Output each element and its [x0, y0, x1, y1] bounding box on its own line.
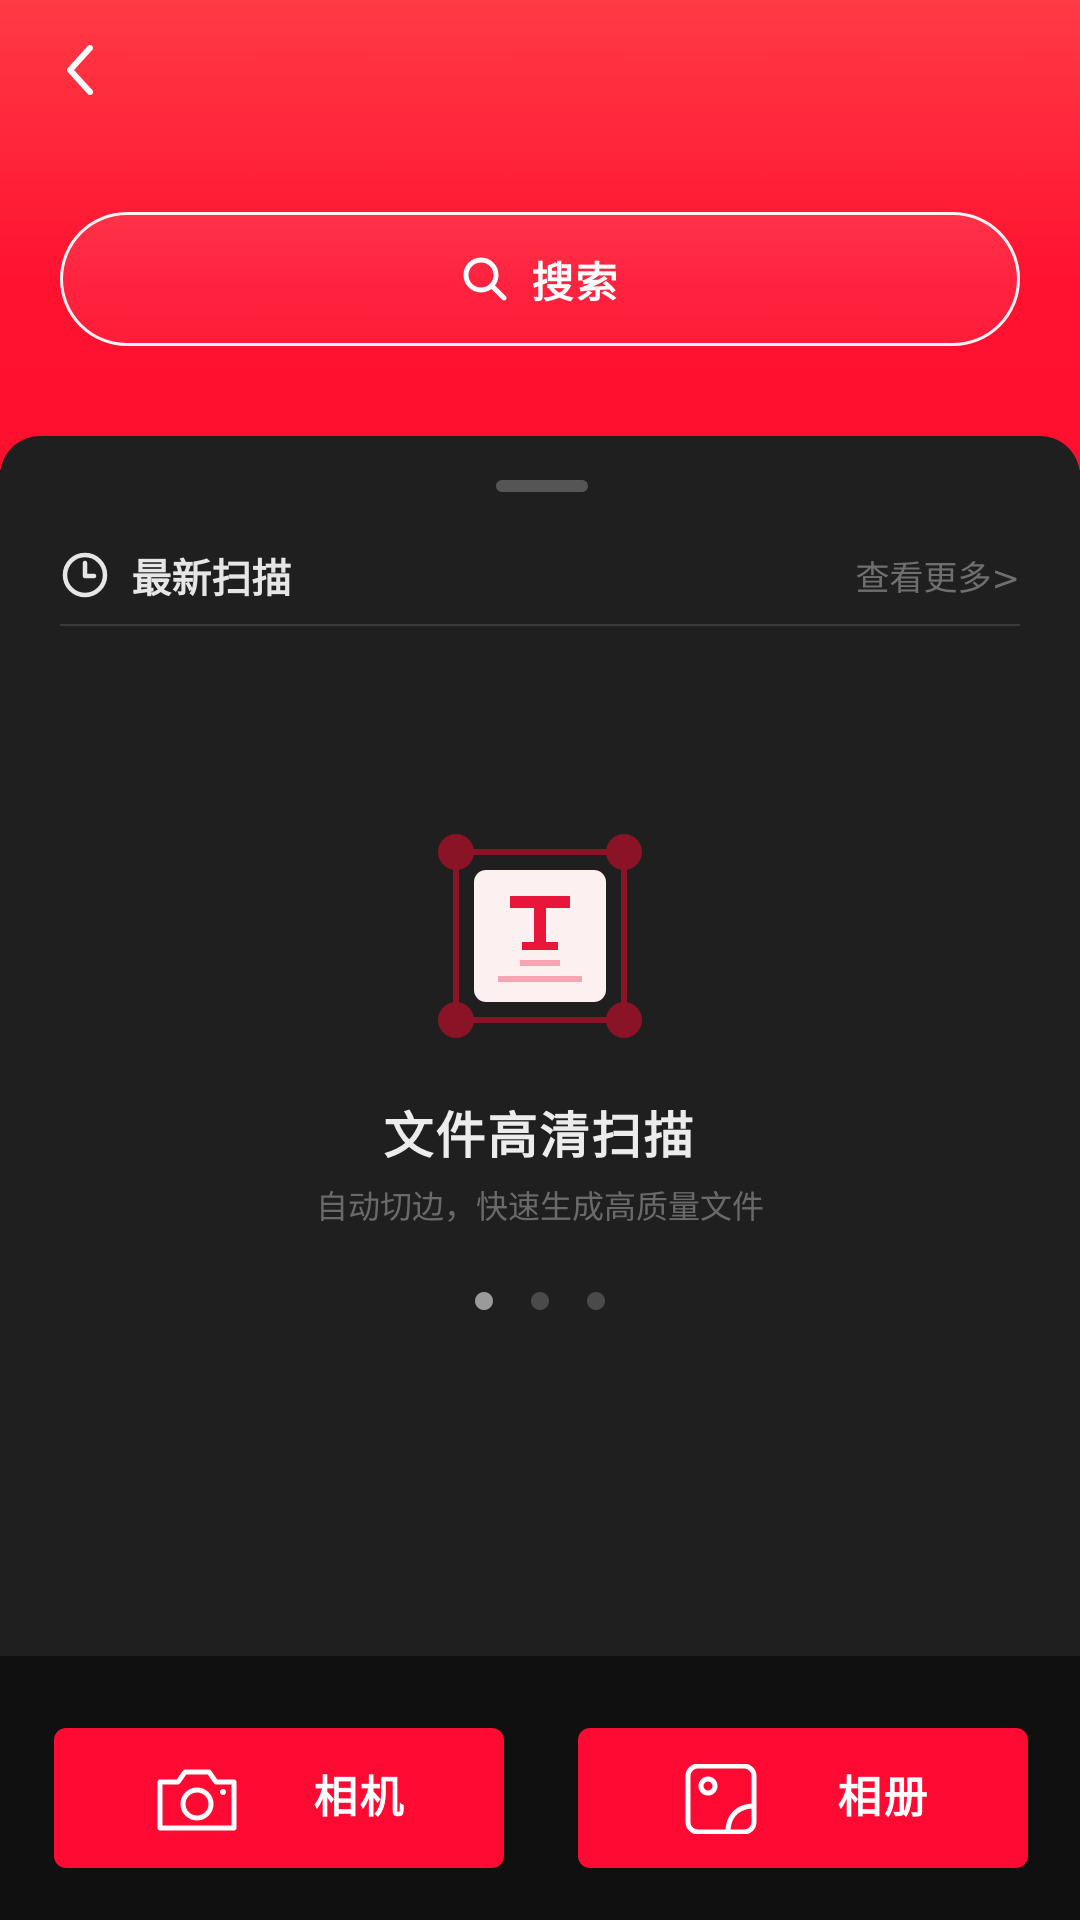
clock-icon [62, 552, 108, 598]
pagination-dot[interactable] [531, 1292, 549, 1310]
recent-scans-header: 最新扫描 查看更多> [60, 530, 1020, 620]
album-button[interactable]: 相册 [578, 1728, 1028, 1868]
pagination-dot[interactable] [587, 1292, 605, 1310]
divider [60, 624, 1020, 626]
camera-button[interactable]: 相机 [54, 1728, 504, 1868]
feature-title: 文件高清扫描 [384, 1107, 696, 1165]
photo-album-icon [685, 1764, 757, 1834]
pagination-dot[interactable] [475, 1292, 493, 1310]
text-scan-icon [438, 834, 642, 1038]
recent-scans-panel: 最新扫描 查看更多> 文件高清扫描 自动切边，快速生成高质量文件 [0, 436, 1080, 1656]
camera-icon [157, 1769, 237, 1831]
album-label: 相册 [838, 1772, 930, 1823]
drag-handle[interactable] [496, 480, 588, 492]
search-label: 搜索 [531, 257, 620, 307]
search-icon [463, 257, 507, 301]
see-more-link[interactable]: 查看更多> [856, 551, 1021, 600]
recent-scans-title: 最新扫描 [132, 556, 292, 602]
back-button[interactable] [50, 40, 110, 100]
camera-label: 相机 [314, 1772, 406, 1823]
chevron-left-icon [67, 45, 93, 95]
carousel-pagination [0, 1292, 1080, 1310]
header: 搜索 [0, 0, 1080, 470]
feature-subtitle: 自动切边，快速生成高质量文件 [315, 1188, 764, 1226]
search-bar[interactable]: 搜索 [60, 212, 1020, 346]
bottom-action-bar: 相机 相册 [0, 1656, 1080, 1920]
